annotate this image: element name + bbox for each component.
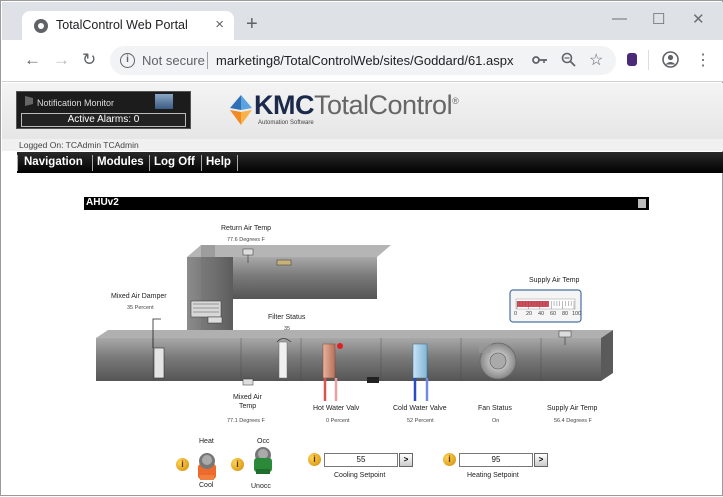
hot-water-status-dot xyxy=(337,343,343,349)
gauge-fill xyxy=(517,301,549,307)
cold-water-valve-label: Cold Water Valve xyxy=(393,405,447,412)
gauge-tick-label: 20 xyxy=(526,311,533,317)
cold-water-coil xyxy=(412,343,428,379)
supply-air-gauge-label: Supply Air Temp xyxy=(529,277,580,284)
outdoor-damper xyxy=(153,347,165,379)
mixed-air-sensor xyxy=(242,378,254,386)
gauge-tick-label: 0 xyxy=(514,311,518,317)
main-duct-end xyxy=(601,330,613,381)
filter-status-label: Filter Status xyxy=(268,314,306,321)
fan-status-value[interactable]: On xyxy=(492,418,499,424)
gauge-tick-label: 40 xyxy=(538,311,545,317)
heating-setpoint-label: Heating Setpoint xyxy=(467,472,519,479)
heating-setpoint-info-icon[interactable]: i xyxy=(443,453,456,466)
cold-water-valve-value[interactable]: 52 Percent xyxy=(407,418,434,424)
damper-actuator xyxy=(207,316,223,324)
mixed-air-temp-label-1: Mixed Air xyxy=(233,394,262,401)
hot-water-coil xyxy=(322,343,336,379)
mixed-air-temp-value[interactable]: 77.1 Degrees F xyxy=(227,418,265,424)
cool-label: Cool xyxy=(199,482,214,489)
return-air-temp-value[interactable]: 77.6 Degrees F xyxy=(227,237,265,243)
heat-cool-toggle[interactable] xyxy=(197,450,217,482)
occupancy-info-icon[interactable]: i xyxy=(231,458,244,471)
cooling-setpoint-label: Cooling Setpoint xyxy=(334,472,386,479)
occ-label: Occ xyxy=(257,438,270,445)
supply-air-temp-label: Supply Air Temp xyxy=(547,405,598,412)
return-duct-top xyxy=(187,245,391,257)
hot-water-valve-actuator xyxy=(367,377,379,383)
main-duct-top xyxy=(96,330,613,338)
supply-air-temp-value[interactable]: 56.4 Degrees F xyxy=(554,418,592,424)
cooling-setpoint-submit-button[interactable]: > xyxy=(399,453,413,467)
unocc-label: Unocc xyxy=(251,483,271,490)
occupancy-toggle[interactable] xyxy=(253,446,273,478)
hot-water-valve-value[interactable]: 0 Percent xyxy=(326,418,350,424)
ahu-diagram xyxy=(96,245,613,401)
return-air-sensor xyxy=(242,248,254,256)
main-duct xyxy=(96,338,601,381)
filter xyxy=(278,341,288,379)
gauge-tick-label: 80 xyxy=(562,311,569,317)
cooling-setpoint-input[interactable]: 55 xyxy=(324,453,398,467)
return-air-temp-label: Return Air Temp xyxy=(221,225,272,232)
return-fan-sensor xyxy=(276,259,292,266)
fan-status-label: Fan Status xyxy=(478,405,512,412)
mixed-air-damper-label: Mixed Air Damper xyxy=(111,293,167,300)
heat-cool-info-icon[interactable]: i xyxy=(176,458,189,471)
hot-water-valve-label: Hot Water Valv xyxy=(313,405,360,412)
filter-status-value[interactable]: 35 xyxy=(284,326,290,332)
gauge-tick-label: 100 xyxy=(572,311,582,317)
heating-setpoint-input[interactable]: 95 xyxy=(459,453,533,467)
heat-label: Heat xyxy=(199,438,214,445)
supply-air-sensor xyxy=(558,330,572,338)
mixed-air-temp-label-2: Temp xyxy=(239,403,257,410)
gauge-tick-label: 60 xyxy=(550,311,557,317)
mixed-air-damper-value[interactable]: 35 Percent xyxy=(127,305,154,311)
cooling-setpoint-info-icon[interactable]: i xyxy=(308,453,321,466)
heating-setpoint-submit-button[interactable]: > xyxy=(534,453,548,467)
damper-blades xyxy=(190,300,222,318)
browser-window: TotalControl Web Portal × + — ☐ ✕ ← → ↻ … xyxy=(0,0,723,496)
